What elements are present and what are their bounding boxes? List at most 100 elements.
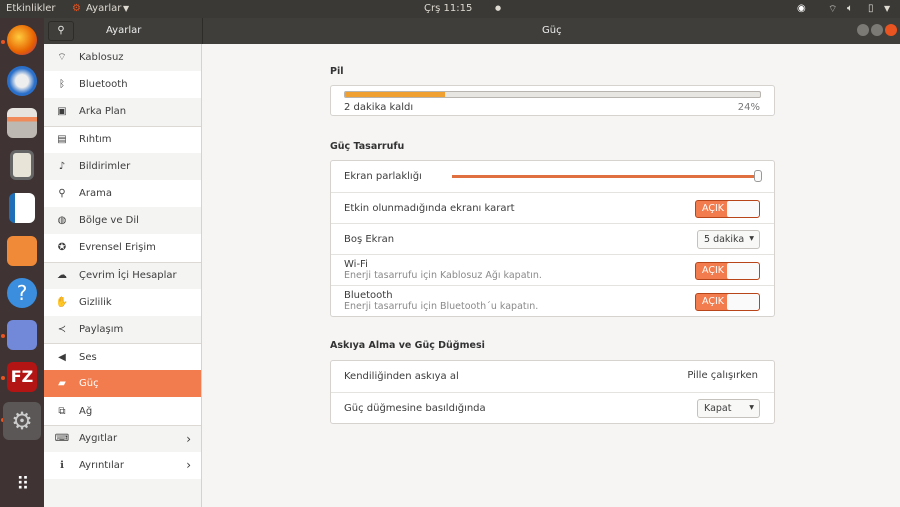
maximize-button[interactable] — [871, 24, 883, 36]
show-apps-icon[interactable]: ⠿ — [7, 470, 37, 500]
sidebar-item-aygıtlar[interactable]: ⌨ Aygıtlar › — [44, 424, 201, 452]
power-icon: ▰ — [58, 378, 66, 390]
chevron-right-icon: › — [186, 458, 191, 473]
bell-icon: ♪ — [58, 160, 66, 172]
filezilla-icon[interactable]: FZ — [7, 362, 37, 392]
toggle-label: AÇIK — [702, 203, 724, 214]
close-button[interactable] — [885, 24, 897, 36]
header-bar: ⚲ Ayarlar Güç — [44, 18, 900, 44]
sidebar-item-arka-plan[interactable]: ▣ Arka Plan — [44, 98, 201, 125]
network-icon: ⧉ — [58, 405, 66, 417]
brightness-row: Ekran parlaklığı — [331, 161, 774, 192]
sidebar-item-label: Ayrıntılar — [79, 459, 125, 471]
sidebar-item-kablosuz[interactable]: ⌔ Kablosuz — [44, 44, 201, 71]
bluetooth-toggle[interactable]: AÇIK — [695, 293, 760, 311]
sidebar-item-label: Bluetooth — [79, 79, 128, 91]
dim-screen-toggle[interactable]: AÇIK — [695, 200, 760, 218]
volume-tray-icon[interactable]: 🔈︎ — [847, 3, 853, 14]
sidebar-item-ayrıntılar[interactable]: ℹ Ayrıntılar › — [44, 451, 201, 479]
sidebar-item-arama[interactable]: ⚲ Arama — [44, 179, 201, 208]
sidebar-item-ses[interactable]: ◀ Ses — [44, 343, 201, 371]
battery-level-bar — [344, 91, 761, 98]
files-icon[interactable] — [7, 108, 37, 138]
sidebar-item-ağ[interactable]: ⧉ Ağ — [44, 397, 201, 425]
bluetooth-icon: ᛒ — [59, 79, 65, 91]
background-icon: ▣ — [57, 106, 67, 118]
battery-percent: 24% — [737, 102, 760, 113]
wifi-toggle[interactable]: AÇIK — [695, 262, 760, 280]
system-menu-chevron-icon[interactable]: ▼ — [884, 4, 890, 13]
sidebar-item-label: Paylaşım — [79, 323, 124, 335]
battery-panel: 2 dakika kaldı 24% — [330, 85, 775, 116]
sidebar-item-label: Arka Plan — [79, 106, 127, 118]
thunderbird-icon[interactable] — [7, 66, 37, 96]
sidebar-item-gizlilik[interactable]: ✋ Gizlilik — [44, 288, 201, 316]
search-icon: ⚲ — [58, 188, 66, 200]
wifi-icon: ⌔ — [57, 52, 67, 64]
auto-suspend-row[interactable]: Kendiliğinden askıya al Pille çalışırken — [331, 361, 774, 392]
sidebar-item-paylaşım[interactable]: ≺ Paylaşım — [44, 316, 201, 343]
sidebar-item-label: Kablosuz — [79, 52, 124, 64]
wifi-tray-icon[interactable]: ⌔ — [828, 3, 837, 16]
sidebar-item-label: Güç — [79, 378, 99, 390]
brightness-slider[interactable] — [452, 170, 762, 182]
help-icon[interactable]: ? — [7, 278, 37, 308]
sidebar-item-label: Çevrim İçi Hesaplar — [79, 270, 177, 282]
slider-handle[interactable] — [754, 170, 762, 182]
power-button-row: Güç düğmesine basıldığında Kapat — [331, 392, 774, 423]
software-center-icon[interactable] — [7, 236, 37, 266]
settings-app-icon: ⚙ — [72, 3, 81, 14]
power-saving-panel: Ekran parlaklığı Etkin olunmadığında ekr… — [330, 160, 775, 317]
suspend-panel: Kendiliğinden askıya al Pille çalışırken … — [330, 360, 775, 424]
settings-icon[interactable]: ⚙ — [3, 402, 41, 440]
auto-suspend-value: Pille çalışırken — [687, 370, 758, 381]
battery-time: 2 dakika kaldı — [344, 102, 414, 113]
globe-icon: ◍ — [57, 215, 67, 227]
notification-dot-icon: ● — [495, 4, 502, 12]
clock[interactable]: Çrş 11:15 — [424, 3, 472, 14]
power-button-dropdown[interactable]: Kapat — [697, 399, 760, 418]
sidebar-item-evrensel-erişim[interactable]: ✪ Evrensel Erişim — [44, 234, 201, 262]
blank-screen-row: Boş Ekran 5 dakika — [331, 223, 774, 254]
sidebar-item-label: Arama — [79, 188, 112, 200]
sidebar-item-label: Bölge ve Dil — [79, 215, 139, 227]
sidebar-item-label: Ağ — [79, 405, 93, 417]
minimize-button[interactable] — [857, 24, 869, 36]
share-icon: ≺ — [57, 323, 67, 335]
sidebar-item-çevrim-i-çi-hesaplar[interactable]: ☁ Çevrim İçi Hesaplar — [44, 261, 201, 289]
sidebar-item-güç[interactable]: ▰ Güç — [44, 370, 201, 398]
running-indicator — [1, 40, 5, 44]
search-icon: ⚲ — [57, 25, 65, 36]
accounts-icon: ☁ — [57, 270, 67, 282]
sidebar-item-bölge-ve-dil[interactable]: ◍ Bölge ve Dil — [44, 207, 201, 234]
rhythmbox-icon[interactable] — [10, 150, 34, 180]
sidebar-item-label: Rıhtım — [79, 134, 112, 146]
speaker-icon: ◀ — [58, 351, 66, 363]
sidebar-item-rıhtım[interactable]: ▤ Rıhtım — [44, 125, 201, 153]
sidebar-item-label: Bildirimler — [79, 160, 131, 172]
running-indicator — [1, 334, 5, 338]
firefox-icon[interactable] — [7, 25, 37, 55]
sidebar-item-label: Evrensel Erişim — [79, 242, 156, 254]
search-button[interactable]: ⚲ — [48, 21, 74, 41]
app-menu[interactable]: Ayarlar — [86, 3, 121, 14]
discord-icon[interactable] — [7, 320, 37, 350]
sidebar-item-bluetooth[interactable]: ᛒ Bluetooth — [44, 71, 201, 99]
writer-icon[interactable] — [9, 193, 35, 223]
sidebar-item-bildirimler[interactable]: ♪ Bildirimler — [44, 153, 201, 180]
dock-icon: ▤ — [57, 134, 67, 146]
wifi-row: Wi-Fi Enerji tasarrufu için Kablosuz Ağı … — [331, 254, 774, 285]
activities-button[interactable]: Etkinlikler — [6, 3, 56, 14]
hand-icon: ✋ — [55, 296, 69, 308]
power-saving-title: Güç Tasarrufu — [330, 141, 405, 152]
toggle-label: AÇIK — [702, 296, 724, 307]
blank-screen-dropdown[interactable]: 5 dakika — [697, 230, 760, 249]
bluetooth-row: Bluetooth Enerji tasarrufu için Bluetooth… — [331, 285, 774, 316]
top-bar: Etkinlikler ⚙ Ayarlar ▼ Çrş 11:15 ● ◉ ⌔ … — [0, 0, 900, 18]
battery-tray-icon[interactable]: ▯ — [868, 3, 874, 14]
devices-icon: ⌨ — [54, 433, 70, 445]
discord-tray-icon[interactable]: ◉ — [797, 3, 806, 14]
sidebar-title: Ayarlar — [106, 25, 142, 36]
sidebar-item-label: Ses — [79, 351, 97, 363]
accessibility-icon: ✪ — [57, 242, 67, 254]
